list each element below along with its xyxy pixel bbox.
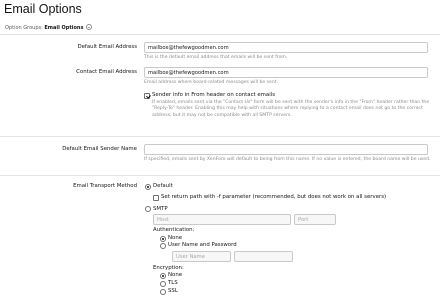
auth-none-radio[interactable] xyxy=(160,235,166,242)
option-groups-selector[interactable]: Email Options xyxy=(44,25,83,31)
encryption-label: Encryption: xyxy=(153,265,184,271)
encryption-ssl-label[interactable]: SSL xyxy=(168,288,178,294)
divider xyxy=(0,136,440,137)
auth-userpass-label[interactable]: User Name and Password xyxy=(168,242,237,248)
option-groups-label: Option Groups: xyxy=(5,25,43,31)
transport-default-label[interactable]: Default xyxy=(153,183,173,189)
option-groups: Option Groups: Email Options xyxy=(5,24,93,31)
divider xyxy=(0,175,440,176)
transport-label: Email Transport Method xyxy=(73,183,137,189)
authentication-label: Authentication: xyxy=(153,227,195,233)
sender-info-label[interactable]: Sender info in From header on contact em… xyxy=(152,92,275,98)
encryption-none-label[interactable]: None xyxy=(168,272,182,278)
default-email-label: Default Email Address xyxy=(77,44,137,50)
smtp-port-input[interactable]: Port xyxy=(294,214,336,225)
default-email-hint: This is the default email address that e… xyxy=(144,54,288,60)
sender-info-checkbox[interactable] xyxy=(144,92,150,99)
smtp-password-input[interactable] xyxy=(234,251,293,262)
auth-userpass-radio[interactable] xyxy=(160,242,166,249)
contact-email-hint: Email address where board-related messag… xyxy=(144,79,279,85)
sender-info-hint-3: address, but it may not be compatible wi… xyxy=(152,113,292,119)
sender-name-hint: If specified, emails sent by XenForo wil… xyxy=(144,156,431,162)
smtp-username-input[interactable]: User Name xyxy=(172,251,231,262)
encryption-none-radio[interactable] xyxy=(160,272,166,279)
smtp-host-input[interactable]: Host xyxy=(153,214,291,225)
transport-default-radio[interactable] xyxy=(145,183,151,190)
divider xyxy=(0,34,440,35)
transport-smtp-radio[interactable] xyxy=(145,206,151,212)
return-path-label[interactable]: Set return path with -f parameter (recom… xyxy=(161,194,386,200)
default-email-input[interactable]: mailbox@thefewgoodmen.com xyxy=(144,42,428,53)
return-path-checkbox[interactable] xyxy=(153,194,159,201)
auth-none-label[interactable]: None xyxy=(168,235,182,241)
chevron-down-icon[interactable] xyxy=(86,24,93,30)
encryption-tls-radio[interactable] xyxy=(160,280,166,287)
transport-smtp-label[interactable]: SMTP xyxy=(153,206,168,212)
contact-email-input[interactable]: mailbox@thefewgoodmen.com xyxy=(144,67,428,78)
encryption-ssl-radio[interactable] xyxy=(160,288,166,295)
encryption-tls-label[interactable]: TLS xyxy=(168,280,178,286)
sender-name-label: Default Email Sender Name xyxy=(62,146,137,152)
page-title: Email Options xyxy=(4,2,82,16)
sender-name-input[interactable] xyxy=(144,144,428,155)
contact-email-label: Contact Email Address xyxy=(76,69,137,75)
